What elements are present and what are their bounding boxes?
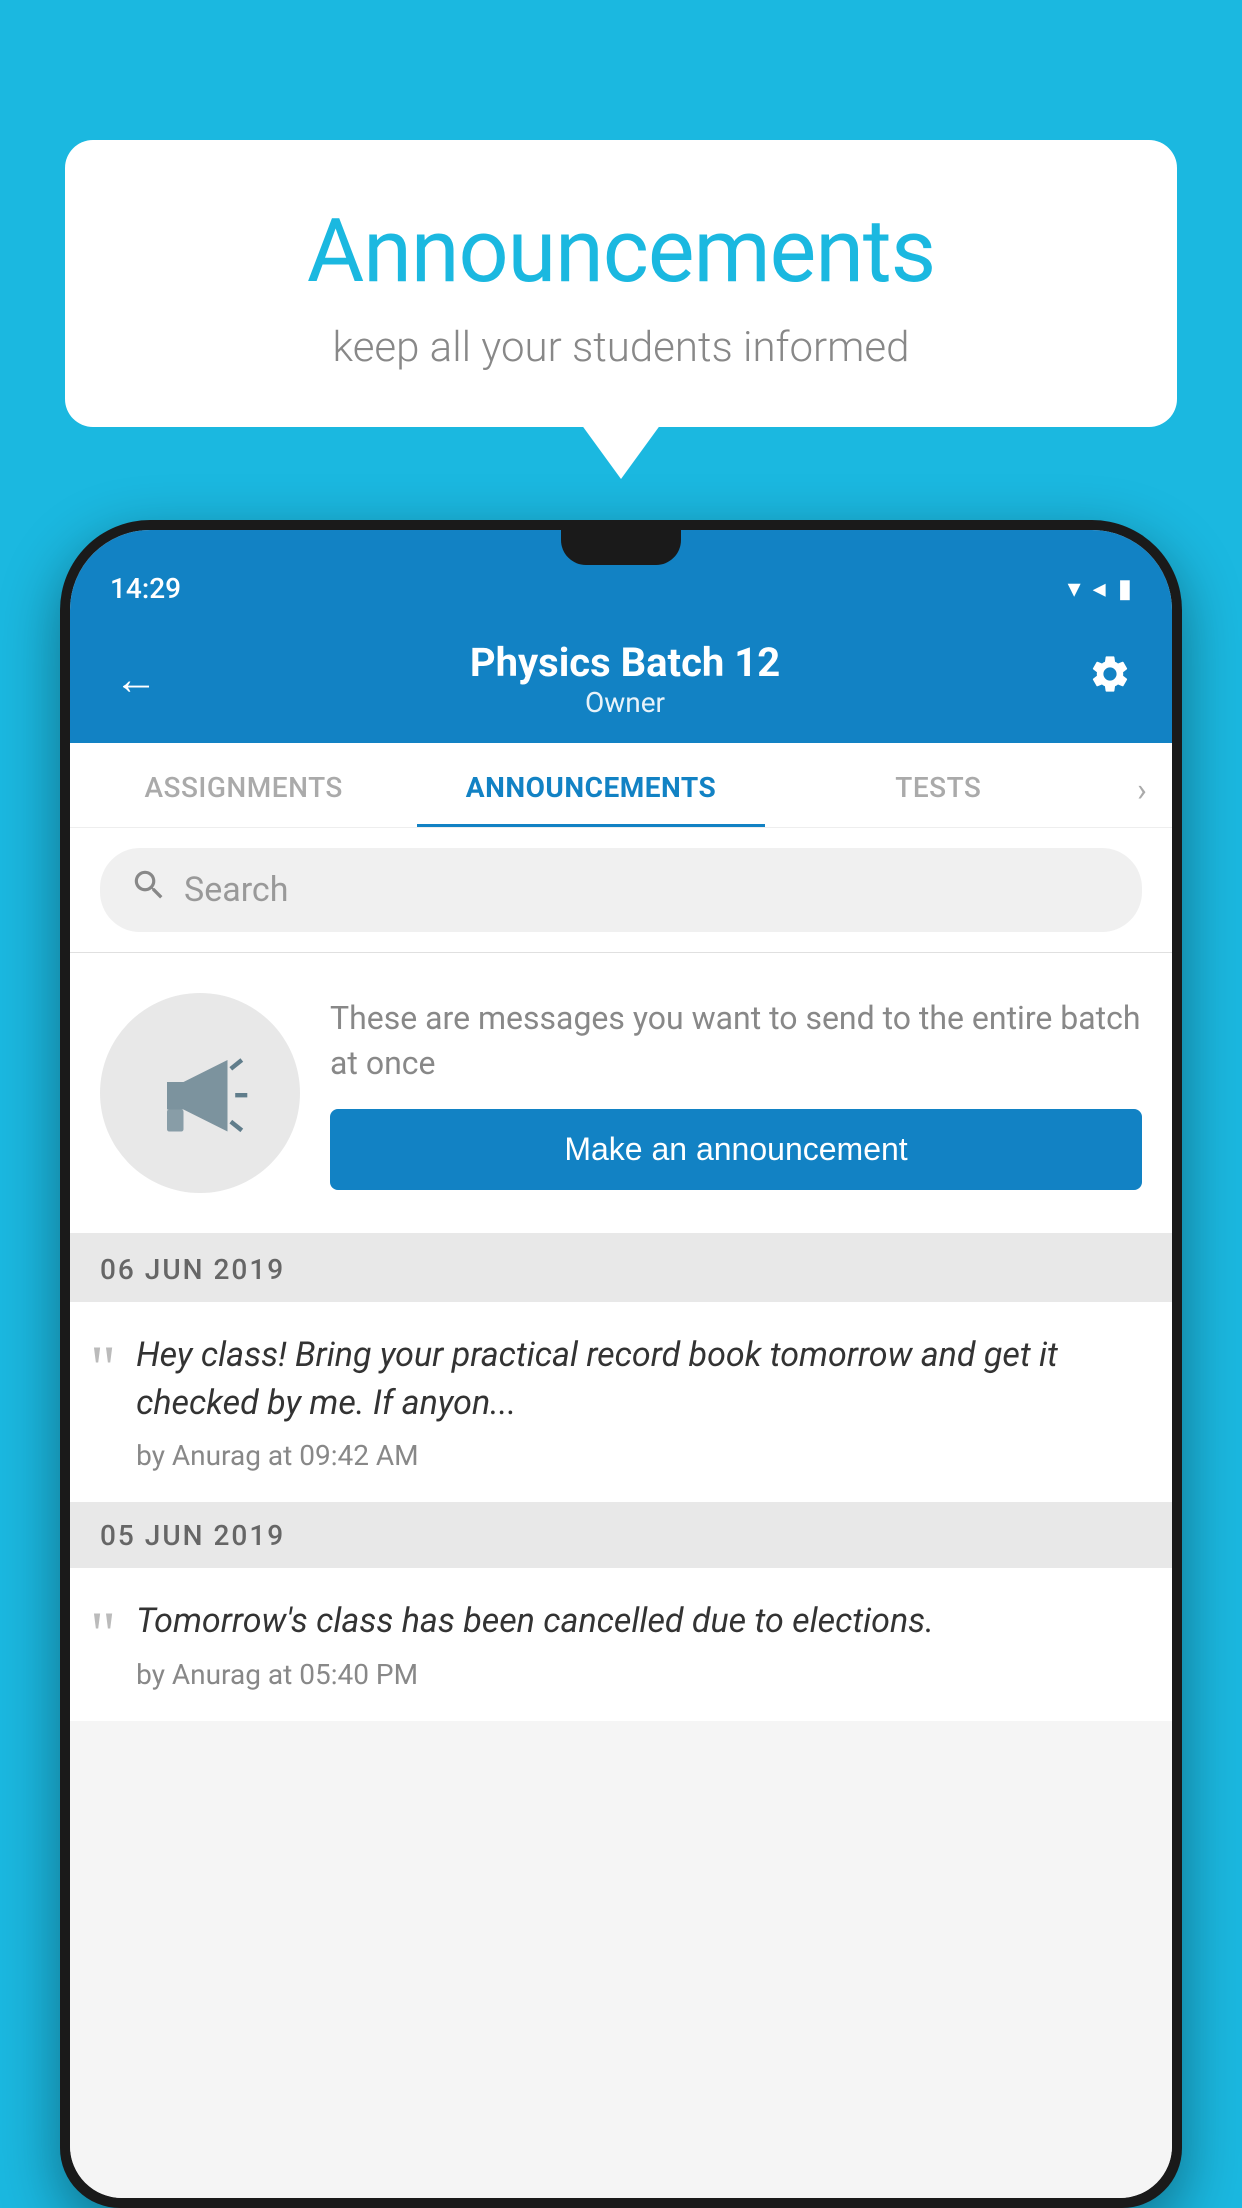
announcements-title: Announcements (115, 200, 1127, 303)
status-time: 14:29 (110, 572, 181, 605)
phone-frame: 14:29 ▾ ◂ ▮ ← Physics Batch 12 Owner ASS… (60, 520, 1182, 2208)
announcement-item-1[interactable]: " Hey class! Bring your practical record… (70, 1302, 1172, 1503)
search-container: Search (70, 828, 1172, 953)
battery-icon: ▮ (1118, 574, 1132, 604)
quote-icon-2: " (90, 1602, 116, 1666)
wifi-icon: ▾ (1068, 574, 1081, 604)
prompt-description: These are messages you want to send to t… (330, 996, 1142, 1086)
date-separator-2: 05 JUN 2019 (70, 1503, 1172, 1568)
back-button[interactable]: ← (110, 649, 162, 709)
make-announcement-button[interactable]: Make an announcement (330, 1109, 1142, 1190)
search-bar[interactable]: Search (100, 848, 1142, 932)
quote-icon-1: " (90, 1336, 116, 1400)
status-icons: ▾ ◂ ▮ (1068, 574, 1132, 604)
search-icon (130, 866, 168, 914)
speech-bubble: Announcements keep all your students inf… (65, 140, 1177, 427)
announcement-meta-2: by Anurag at 05:40 PM (136, 1658, 1142, 1691)
tab-announcements[interactable]: ANNOUNCEMENTS (417, 743, 764, 827)
search-placeholder: Search (184, 870, 288, 910)
app-bar-center: Physics Batch 12 Owner (470, 639, 780, 719)
date-separator-1: 06 JUN 2019 (70, 1237, 1172, 1302)
signal-icon: ◂ (1093, 574, 1106, 604)
announcement-content-2: Tomorrow's class has been cancelled due … (136, 1598, 1142, 1691)
batch-title: Physics Batch 12 (470, 639, 780, 686)
phone-notch (561, 530, 681, 565)
announcement-prompt-card: These are messages you want to send to t… (70, 953, 1172, 1237)
content-area: Search These are messages you want to se… (70, 828, 1172, 2198)
owner-subtitle: Owner (470, 686, 780, 719)
tab-more[interactable]: › (1112, 743, 1172, 827)
announcement-text-1: Hey class! Bring your practical record b… (136, 1332, 1142, 1427)
announcements-subtitle: keep all your students informed (115, 323, 1127, 372)
tab-tests[interactable]: TESTS (765, 743, 1112, 827)
announcement-text-2: Tomorrow's class has been cancelled due … (136, 1598, 1142, 1646)
megaphone-circle (100, 993, 300, 1193)
tab-bar: ASSIGNMENTS ANNOUNCEMENTS TESTS › (70, 743, 1172, 828)
tab-assignments[interactable]: ASSIGNMENTS (70, 743, 417, 827)
settings-button[interactable] (1088, 652, 1132, 707)
prompt-right: These are messages you want to send to t… (330, 996, 1142, 1191)
phone-screen: 14:29 ▾ ◂ ▮ ← Physics Batch 12 Owner ASS… (70, 530, 1172, 2198)
announcement-item-2[interactable]: " Tomorrow's class has been cancelled du… (70, 1568, 1172, 1721)
announcement-content-1: Hey class! Bring your practical record b… (136, 1332, 1142, 1472)
app-bar: ← Physics Batch 12 Owner (70, 617, 1172, 743)
announcement-meta-1: by Anurag at 09:42 AM (136, 1439, 1142, 1472)
